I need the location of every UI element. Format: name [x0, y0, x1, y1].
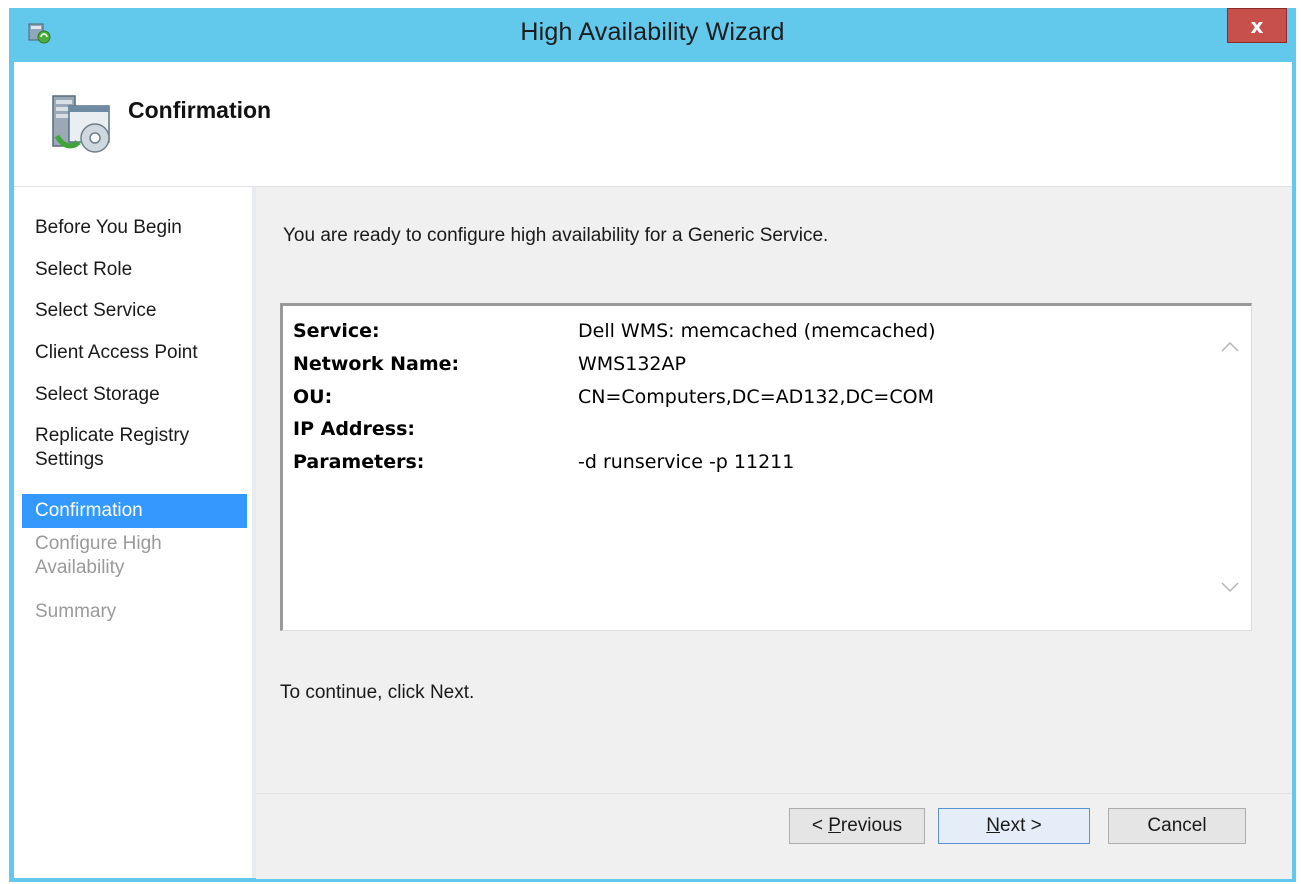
continue-instruction: To continue, click Next.	[280, 682, 475, 703]
button-bar: < Previous Next > Cancel	[256, 793, 1292, 879]
detail-label: IP Address:	[293, 418, 415, 440]
next-button[interactable]: Next >	[938, 808, 1090, 844]
previous-accel: P	[828, 815, 841, 836]
page-title: Confirmation	[128, 97, 272, 123]
detail-label: Network Name:	[293, 353, 460, 375]
detail-value: CN=Computers,DC=AD132,DC=COM	[578, 386, 934, 408]
wizard-content: You are ready to configure high availabi…	[256, 187, 1292, 879]
step-select-role[interactable]: Select Role	[22, 258, 247, 282]
previous-rest: revious	[840, 815, 903, 836]
detail-label: Parameters:	[293, 451, 425, 473]
step-confirmation[interactable]: Confirmation	[22, 494, 247, 528]
close-button[interactable]: x	[1227, 8, 1287, 43]
detail-label: Service:	[293, 320, 380, 342]
step-replicate-registry-settings[interactable]: Replicate Registry Settings	[22, 424, 247, 472]
detail-label: OU:	[293, 386, 333, 408]
step-configure-high-availability: Configure High Availability	[22, 532, 247, 580]
next-accel: N	[986, 815, 1000, 836]
title-bar[interactable]: High Availability Wizard x	[9, 8, 1296, 62]
confirmation-details-box[interactable]: Service: Dell WMS: memcached (memcached)…	[280, 303, 1252, 631]
scroll-down-chevron-icon[interactable]	[1220, 581, 1240, 595]
step-label-line2: Settings	[35, 449, 104, 470]
step-client-access-point[interactable]: Client Access Point	[22, 341, 247, 365]
step-before-you-begin[interactable]: Before You Begin	[22, 216, 247, 240]
scroll-up-chevron-icon[interactable]	[1220, 339, 1240, 353]
wizard-steps-sidebar: Before You Begin Select Role Select Serv…	[14, 187, 256, 878]
intro-text: You are ready to configure high availabi…	[283, 225, 829, 246]
wizard-header: Confirmation	[14, 62, 1292, 187]
detail-value: -d runservice -p 11211	[578, 451, 795, 473]
detail-value: Dell WMS: memcached (memcached)	[578, 320, 936, 342]
close-icon: x	[1250, 13, 1264, 38]
step-label-line2: Availability	[35, 557, 125, 578]
cancel-button[interactable]: Cancel	[1108, 808, 1246, 844]
step-label-line1: Replicate Registry	[35, 425, 190, 446]
server-configure-icon	[52, 95, 110, 153]
previous-button[interactable]: < Previous	[789, 808, 925, 844]
detail-value: WMS132AP	[578, 353, 686, 375]
step-select-storage[interactable]: Select Storage	[22, 383, 247, 407]
next-rest: ext >	[1000, 815, 1042, 836]
wizard-client-area: Confirmation Before You Begin Select Rol…	[14, 62, 1292, 879]
wizard-window: High Availability Wizard x Confirmation …	[9, 8, 1296, 882]
window-title: High Availability Wizard	[520, 18, 785, 46]
previous-prefix: <	[811, 815, 829, 836]
step-select-service[interactable]: Select Service	[22, 299, 247, 323]
step-summary: Summary	[35, 601, 117, 622]
step-label-line1: Configure High	[35, 533, 162, 554]
